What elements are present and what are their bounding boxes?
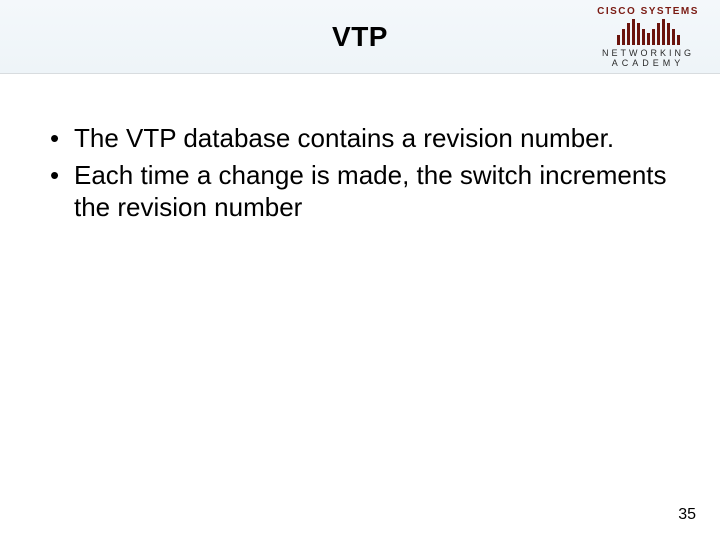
logo-sub-line2: ACADEMY [588,58,708,68]
bullet-list: The VTP database contains a revision num… [40,122,680,224]
page-number: 35 [678,506,696,524]
cisco-logo: CISCO SYSTEMS NETWORKING ACADEMY [588,6,708,68]
logo-brand-text: CISCO SYSTEMS [588,6,708,17]
slide-title: VTP [332,21,388,53]
cisco-bridge-icon [588,19,708,45]
logo-sub-line1: NETWORKING [588,48,708,58]
slide-content: The VTP database contains a revision num… [0,74,720,224]
slide-header: VTP CISCO SYSTEMS NETWORKING ACADEMY [0,0,720,74]
bullet-item: Each time a change is made, the switch i… [40,159,680,224]
bullet-item: The VTP database contains a revision num… [40,122,680,155]
